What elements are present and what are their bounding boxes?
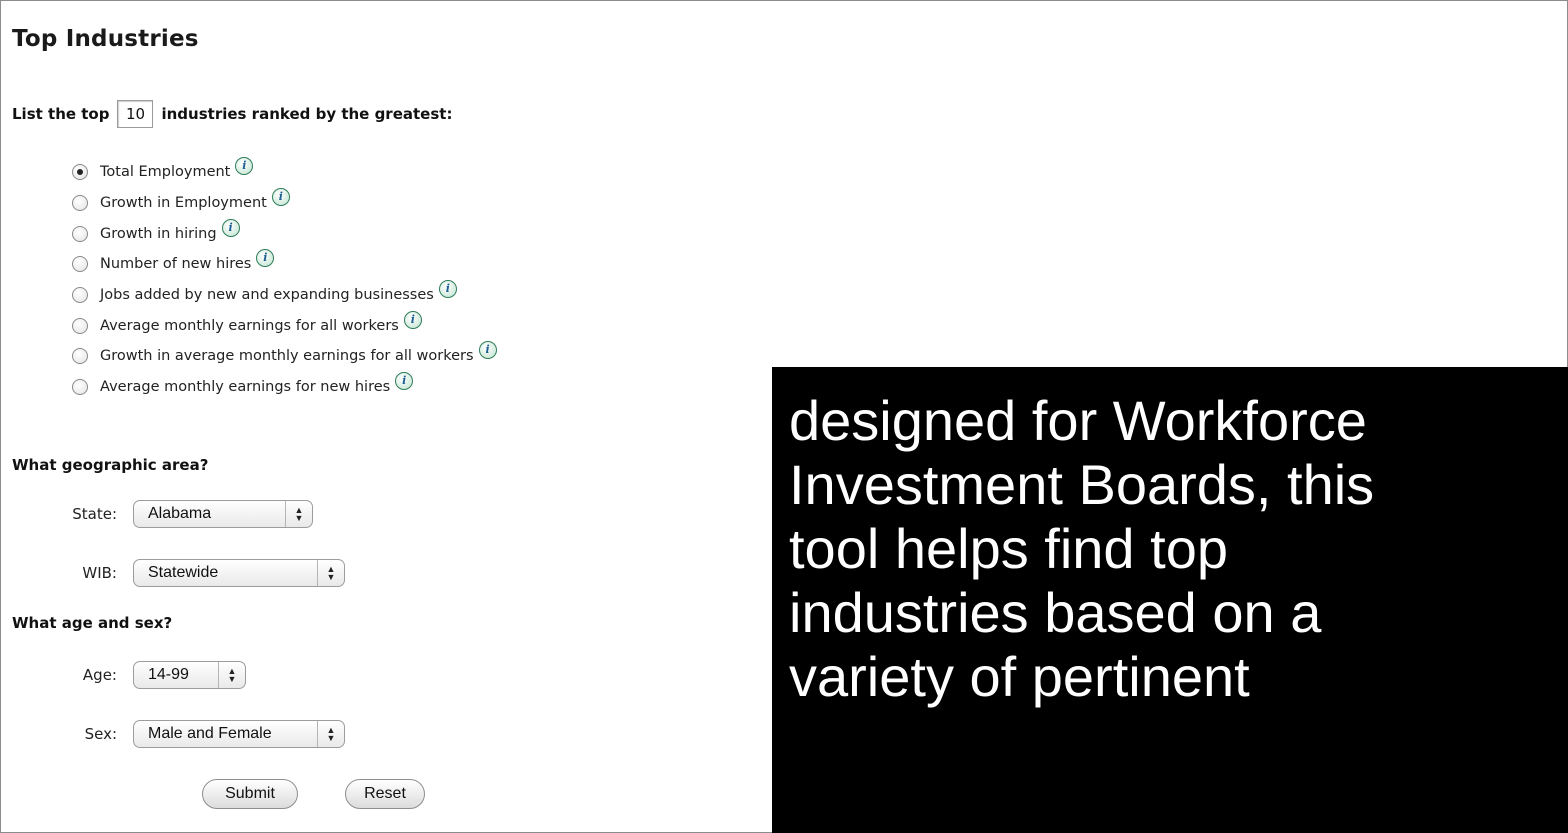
rank-options: Total Employment i Growth in Employment … (72, 157, 497, 403)
wib-value: Statewide (148, 564, 219, 581)
radio-button[interactable] (72, 225, 88, 242)
caption-line: variety of pertinent (789, 645, 1250, 708)
rank-option[interactable]: Growth in hiring i (72, 218, 497, 249)
rank-option[interactable]: Average monthly earnings for new hires i (72, 372, 497, 403)
caption-line: industries based on a (789, 581, 1322, 644)
info-icon[interactable]: i (403, 310, 422, 329)
wib-row: WIB: Statewide ▲ ▼ (55, 559, 345, 587)
info-icon[interactable]: i (221, 218, 240, 237)
sex-select[interactable]: Male and Female ▲ ▼ (133, 720, 345, 748)
select-arrows-icon: ▲ ▼ (285, 501, 312, 527)
rank-option-label: Growth in Employment (100, 195, 267, 212)
top-count-input[interactable]: 10 (117, 100, 154, 128)
info-icon[interactable]: i (256, 249, 275, 268)
caption-overlay: designed for Workforce Investment Boards… (772, 367, 1568, 833)
rank-option-label: Average monthly earnings for all workers (100, 317, 399, 334)
rank-option[interactable]: Jobs added by new and expanding business… (72, 280, 497, 311)
rank-option-label: Average monthly earnings for new hires (100, 379, 391, 396)
age-row: Age: 14-99 ▲ ▼ (55, 661, 246, 689)
radio-button[interactable] (72, 256, 88, 273)
rank-option-label: Growth in hiring (100, 225, 217, 242)
rank-option[interactable]: Growth in Employment i (72, 188, 497, 219)
caption-line: Investment Boards, this (789, 453, 1375, 516)
select-arrows-icon: ▲ ▼ (317, 560, 344, 586)
state-select[interactable]: Alabama ▲ ▼ (133, 500, 313, 528)
state-row: State: Alabama ▲ ▼ (55, 500, 313, 528)
sex-row: Sex: Male and Female ▲ ▼ (55, 720, 345, 748)
info-icon[interactable]: i (438, 280, 457, 299)
wib-label: WIB: (82, 564, 117, 582)
top-count-row: List the top 10 industries ranked by the… (12, 100, 452, 128)
age-value: 14-99 (148, 666, 189, 683)
demo-heading: What age and sex? (12, 614, 173, 632)
rank-option[interactable]: Total Employment i (72, 157, 497, 188)
info-icon[interactable]: i (478, 341, 497, 360)
rank-option-label: Growth in average monthly earnings for a… (100, 348, 474, 365)
rank-option-label: Total Employment (100, 164, 231, 181)
state-value: Alabama (148, 505, 212, 522)
radio-button[interactable] (72, 287, 88, 304)
radio-button[interactable] (72, 379, 88, 396)
select-arrows-icon: ▲ ▼ (317, 721, 344, 747)
info-icon[interactable]: i (235, 157, 254, 176)
radio-button[interactable] (72, 195, 88, 212)
sex-value: Male and Female (148, 725, 272, 742)
radio-button[interactable] (72, 348, 88, 365)
rank-option[interactable]: Average monthly earnings for all workers… (72, 310, 497, 341)
radio-button[interactable] (72, 164, 88, 181)
rank-option-label: Number of new hires (100, 256, 252, 273)
rank-option[interactable]: Number of new hires i (72, 249, 497, 280)
submit-button[interactable]: Submit (202, 779, 298, 809)
caption-line: designed for Workforce (789, 389, 1367, 452)
age-select[interactable]: 14-99 ▲ ▼ (133, 661, 246, 689)
rank-option-label: Jobs added by new and expanding business… (100, 287, 434, 304)
page-title: Top Industries (12, 26, 199, 52)
radio-button[interactable] (72, 317, 88, 334)
rank-option[interactable]: Growth in average monthly earnings for a… (72, 341, 497, 372)
intro-suffix: industries ranked by the greatest: (161, 105, 453, 123)
state-label: State: (72, 505, 117, 523)
caption-line: tool helps find top (789, 517, 1228, 580)
info-icon[interactable]: i (271, 188, 290, 207)
wib-select[interactable]: Statewide ▲ ▼ (133, 559, 345, 587)
geo-heading: What geographic area? (12, 456, 209, 474)
reset-button[interactable]: Reset (345, 779, 425, 809)
age-label: Age: (82, 666, 117, 684)
select-arrows-icon: ▲ ▼ (218, 662, 245, 688)
sex-label: Sex: (84, 725, 117, 743)
info-icon[interactable]: i (395, 372, 414, 391)
intro-prefix: List the top (12, 105, 110, 123)
